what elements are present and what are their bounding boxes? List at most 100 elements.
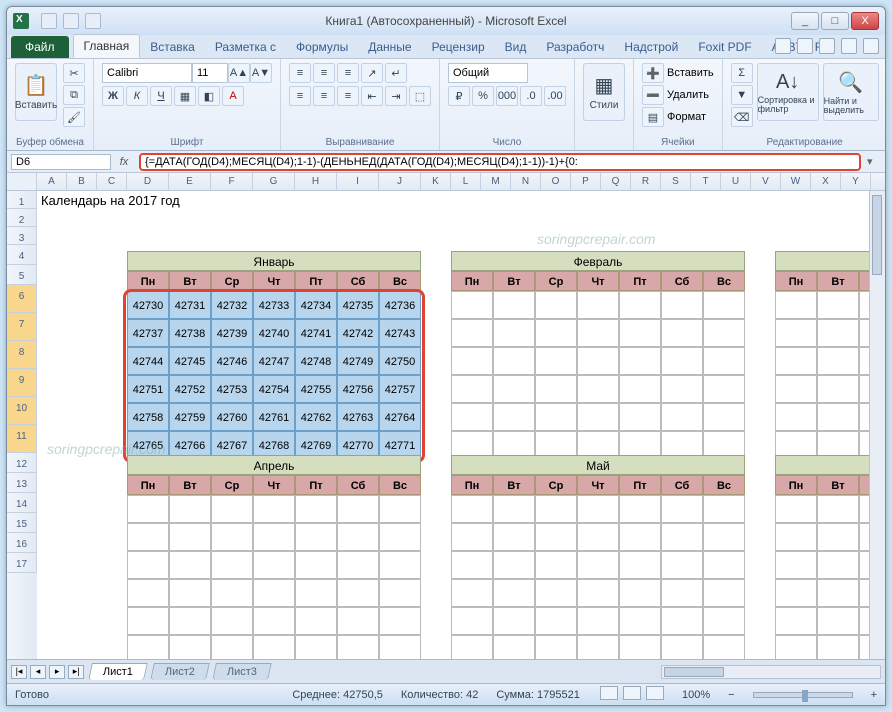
sheet-tab-1[interactable]: Лист1 [88,663,148,680]
calendar-cell[interactable] [577,523,619,551]
calendar-cell[interactable] [577,347,619,375]
calendar-cell[interactable] [817,551,859,579]
calendar-cell[interactable] [337,579,379,607]
calendar-cell[interactable] [169,607,211,635]
calendar-cell[interactable] [295,607,337,635]
underline-button[interactable]: Ч [150,86,172,106]
col-header-P[interactable]: P [571,173,601,190]
calendar-cell[interactable] [535,347,577,375]
calendar-cell[interactable] [661,403,703,431]
calendar-cell[interactable]: 42733 [253,291,295,319]
paste-button[interactable]: 📋Вставить [15,63,57,121]
calendar-cell[interactable] [127,523,169,551]
calendar-cell[interactable] [493,635,535,659]
align-top-icon[interactable]: ≡ [289,63,311,83]
doc-close-icon[interactable] [863,38,879,54]
calendar-cell[interactable] [661,579,703,607]
calendar-cell[interactable] [703,403,745,431]
row-header-1[interactable]: 1 [7,191,37,209]
format-painter-icon[interactable]: 🖌 [63,107,85,127]
tab-formulas[interactable]: Формулы [286,36,358,58]
bold-button[interactable]: Ж [102,86,124,106]
doc-max-icon[interactable] [841,38,857,54]
calendar-cell[interactable] [169,579,211,607]
calendar-cell[interactable] [451,635,493,659]
sheet-first-icon[interactable]: |◂ [11,665,27,679]
calendar-cell[interactable] [379,551,421,579]
align-mid-icon[interactable]: ≡ [313,63,335,83]
calendar-cell[interactable] [577,291,619,319]
doc-min-icon[interactable] [819,38,835,54]
sheet-tab-3[interactable]: Лист3 [212,663,272,680]
calendar-cell[interactable] [379,607,421,635]
calendar-cell[interactable] [577,635,619,659]
calendar-cell[interactable] [211,635,253,659]
calendar-cell[interactable] [535,523,577,551]
col-header-U[interactable]: U [721,173,751,190]
save-icon[interactable] [41,13,57,29]
col-header-F[interactable]: F [211,173,253,190]
calendar-cell[interactable]: 42764 [379,403,421,431]
col-header-D[interactable]: D [127,173,169,190]
calendar-cell[interactable] [535,495,577,523]
row-header-17[interactable]: 17 [7,553,37,573]
row-header-15[interactable]: 15 [7,513,37,533]
calendar-cell[interactable] [337,495,379,523]
font-size-combo[interactable]: 11 [192,63,228,83]
calendar-cell[interactable] [493,551,535,579]
calendar-cell[interactable]: 42739 [211,319,253,347]
calendar-cell[interactable] [619,291,661,319]
calendar-cell[interactable]: 42746 [211,347,253,375]
calendar-cell[interactable] [451,319,493,347]
autosum-icon[interactable]: Σ [731,63,753,83]
formula-bar[interactable]: {=ДАТА(ГОД(D4);МЕСЯЦ(D4);1-1)-(ДЕНЬНЕД(Д… [139,153,861,171]
calendar-cell[interactable] [493,495,535,523]
percent-icon[interactable]: % [472,86,494,106]
calendar-cell[interactable] [703,375,745,403]
col-header-H[interactable]: H [295,173,337,190]
calendar-cell[interactable] [451,495,493,523]
calendar-cell[interactable]: 42747 [253,347,295,375]
calendar-cell[interactable] [661,607,703,635]
col-header-G[interactable]: G [253,173,295,190]
undo-icon[interactable] [63,13,79,29]
calendar-cell[interactable] [703,523,745,551]
maximize-button[interactable]: □ [821,12,849,30]
calendar-cell[interactable] [817,403,859,431]
calendar-cell[interactable] [775,495,817,523]
ribbon-minimize-icon[interactable] [775,38,791,54]
sheet-prev-icon[interactable]: ◂ [30,665,46,679]
calendar-cell[interactable] [211,551,253,579]
calendar-cell[interactable] [169,635,211,659]
fill-color-button[interactable]: ◧ [198,86,220,106]
calendar-cell[interactable] [775,551,817,579]
calendar-cell[interactable] [253,607,295,635]
calendar-cell[interactable] [703,319,745,347]
indent-inc-icon[interactable]: ⇥ [385,86,407,106]
calendar-cell[interactable]: 42737 [127,319,169,347]
calendar-cell[interactable] [703,347,745,375]
font-color-button[interactable]: A [222,86,244,106]
calendar-cell[interactable] [775,607,817,635]
col-header-V[interactable]: V [751,173,781,190]
col-header-L[interactable]: L [451,173,481,190]
fill-icon[interactable]: ▼ [731,85,753,105]
styles-button[interactable]: ▦Стили [583,63,625,121]
calendar-cell[interactable]: 42755 [295,375,337,403]
col-header-Y[interactable]: Y [841,173,871,190]
row-header-11[interactable]: 11 [7,425,37,453]
calendar-cell[interactable] [451,375,493,403]
delete-cells-icon[interactable]: ➖ [642,85,664,105]
calendar-cell[interactable] [619,347,661,375]
calendar-cell[interactable] [127,495,169,523]
calendar-cell[interactable] [337,635,379,659]
calendar-cell[interactable] [337,523,379,551]
calendar-cell[interactable]: 42730 [127,291,169,319]
col-header-B[interactable]: B [67,173,97,190]
comma-icon[interactable]: 000 [496,86,518,106]
sheet-next-icon[interactable]: ▸ [49,665,65,679]
zoom-slider[interactable] [753,692,853,698]
calendar-cell[interactable] [661,347,703,375]
calendar-cell[interactable] [661,551,703,579]
calendar-cell[interactable]: 42738 [169,319,211,347]
